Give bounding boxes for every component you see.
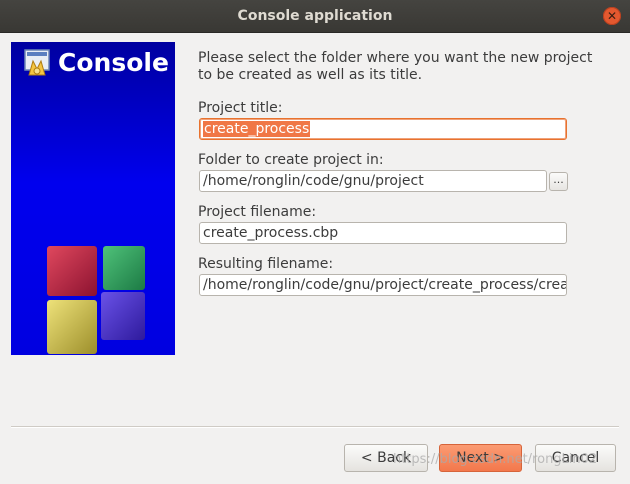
project-filename-label: Project filename:	[198, 204, 317, 220]
codeblocks-logo-icon	[24, 49, 50, 76]
project-title-label: Project title:	[198, 100, 283, 116]
resulting-filename-field[interactable]: /home/ronglin/code/gnu/project/create_pr…	[199, 274, 567, 296]
close-icon[interactable]: ✕	[603, 7, 621, 25]
project-title-value: create_process	[203, 121, 311, 137]
folder-label: Folder to create project in:	[198, 152, 384, 168]
banner-title: Console	[58, 48, 169, 77]
intro-line-1: Please select the folder where you want …	[198, 50, 593, 66]
watermark-text: https://blog.csdn.net/rongLin02	[393, 452, 598, 467]
cubes-icon	[47, 246, 145, 354]
intro-line-2: to be created as well as its title.	[198, 67, 423, 83]
title-bar: Console application ✕	[0, 0, 630, 33]
window-title: Console application	[237, 8, 393, 24]
footer-divider	[11, 426, 619, 428]
browse-button[interactable]: ...	[549, 172, 568, 191]
project-filename-input[interactable]: create_process.cbp	[199, 222, 567, 244]
wizard-banner: Console	[11, 42, 175, 355]
project-title-input[interactable]: create_process	[199, 118, 567, 140]
resulting-filename-label: Resulting filename:	[198, 256, 334, 272]
folder-input[interactable]: /home/ronglin/code/gnu/project	[199, 170, 547, 192]
